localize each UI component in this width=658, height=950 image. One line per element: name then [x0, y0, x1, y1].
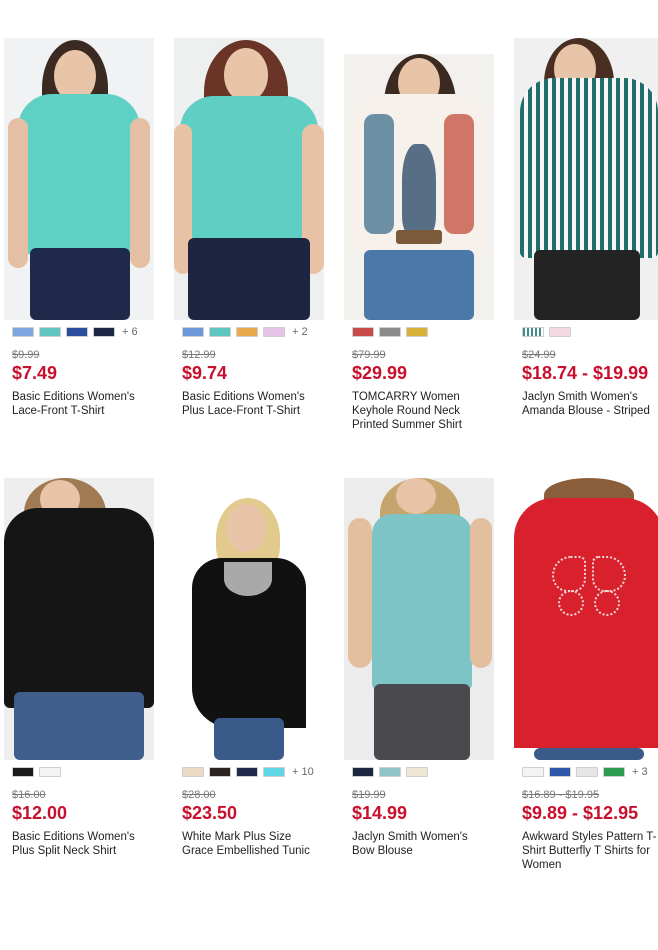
product-name[interactable]: Jaclyn Smith Women's Bow Blouse: [344, 830, 494, 858]
sale-price: $14.99: [352, 803, 408, 823]
color-swatch[interactable]: [352, 327, 374, 337]
original-price: $19.99: [352, 789, 386, 801]
color-swatch[interactable]: [603, 767, 625, 777]
color-swatch[interactable]: [209, 327, 231, 337]
product-image[interactable]: [4, 38, 154, 320]
color-swatches: + 3: [514, 765, 658, 779]
color-swatches: [514, 325, 658, 339]
product-name[interactable]: Jaclyn Smith Women's Amanda Blouse - Str…: [514, 390, 658, 418]
color-swatch[interactable]: [263, 327, 285, 337]
color-swatch[interactable]: [263, 767, 285, 777]
product-image[interactable]: [174, 478, 324, 760]
product-card[interactable]: $19.99 $14.99 Jaclyn Smith Women's Bow B…: [344, 478, 494, 906]
color-swatch[interactable]: [209, 767, 231, 777]
sale-price: $7.49: [12, 363, 58, 383]
color-swatch[interactable]: [406, 327, 428, 337]
product-card[interactable]: $24.99 $18.74 - $19.99 Jaclyn Smith Wome…: [514, 38, 658, 466]
product-card[interactable]: $79.99 $29.99 TOMCARRY Women Keyhole Rou…: [344, 38, 494, 466]
original-price: $16.89 - $19.95: [522, 789, 600, 801]
product-name[interactable]: White Mark Plus Size Grace Embellished T…: [174, 830, 324, 858]
color-swatch[interactable]: [182, 327, 204, 337]
product-image[interactable]: [344, 54, 494, 320]
butterfly-graphic: [552, 550, 626, 620]
product-card[interactable]: + 10 $28.00 $23.50 White Mark Plus Size …: [174, 478, 324, 906]
product-image[interactable]: [174, 38, 324, 320]
more-colors-count[interactable]: + 10: [292, 766, 314, 778]
color-swatch[interactable]: [379, 327, 401, 337]
color-swatch[interactable]: [352, 767, 374, 777]
color-swatches: + 10: [174, 765, 324, 779]
color-swatch[interactable]: [549, 767, 571, 777]
color-swatch[interactable]: [522, 767, 544, 777]
color-swatch[interactable]: [236, 767, 258, 777]
color-swatch[interactable]: [236, 327, 258, 337]
product-image[interactable]: [344, 478, 494, 760]
original-price: $16.00: [12, 789, 46, 801]
color-swatch[interactable]: [549, 327, 571, 337]
product-image[interactable]: [4, 478, 154, 760]
product-card[interactable]: $16.00 $12.00 Basic Editions Women's Plu…: [4, 478, 154, 906]
color-swatches: + 6: [4, 325, 154, 339]
product-card[interactable]: + 3 $16.89 - $19.95 $9.89 - $12.95 Awkwa…: [514, 478, 658, 906]
color-swatch[interactable]: [39, 327, 61, 337]
original-price: $24.99: [522, 349, 556, 361]
color-swatches: + 2: [174, 325, 324, 339]
product-name[interactable]: Basic Editions Women's Lace-Front T-Shir…: [4, 390, 154, 418]
color-swatch[interactable]: [576, 767, 598, 777]
color-swatches: [344, 765, 494, 779]
sale-price: $18.74 - $19.99: [522, 363, 649, 383]
more-colors-count[interactable]: + 3: [632, 766, 648, 778]
color-swatches: [344, 325, 494, 339]
sale-price: $12.00: [12, 803, 68, 823]
product-name[interactable]: Basic Editions Women's Plus Split Neck S…: [4, 830, 154, 858]
color-swatch[interactable]: [12, 767, 34, 777]
product-image[interactable]: [514, 38, 658, 320]
sale-price: $9.89 - $12.95: [522, 803, 639, 823]
color-swatch[interactable]: [39, 767, 61, 777]
product-name[interactable]: Basic Editions Women's Plus Lace-Front T…: [174, 390, 324, 418]
color-swatch[interactable]: [12, 327, 34, 337]
product-name[interactable]: TOMCARRY Women Keyhole Round Neck Printe…: [344, 390, 494, 432]
sale-price: $9.74: [182, 363, 228, 383]
original-price: $9.99: [12, 349, 40, 361]
product-card[interactable]: + 2 $12.99 $9.74 Basic Editions Women's …: [174, 38, 324, 466]
color-swatch[interactable]: [379, 767, 401, 777]
product-grid: + 6 $9.99 $7.49 Basic Editions Women's L…: [4, 38, 658, 906]
more-colors-count[interactable]: + 2: [292, 326, 308, 338]
sale-price: $23.50: [182, 803, 238, 823]
color-swatch[interactable]: [522, 327, 544, 337]
original-price: $12.99: [182, 349, 216, 361]
product-image[interactable]: [514, 478, 658, 760]
product-name[interactable]: Awkward Styles Pattern T-Shirt Butterfly…: [514, 830, 658, 872]
color-swatch[interactable]: [406, 767, 428, 777]
product-card[interactable]: + 6 $9.99 $7.49 Basic Editions Women's L…: [4, 38, 154, 466]
color-swatches: [4, 765, 154, 779]
more-colors-count[interactable]: + 6: [122, 326, 138, 338]
color-swatch[interactable]: [93, 327, 115, 337]
sale-price: $29.99: [352, 363, 408, 383]
original-price: $79.99: [352, 349, 386, 361]
color-swatch[interactable]: [182, 767, 204, 777]
color-swatch[interactable]: [66, 327, 88, 337]
original-price: $28.00: [182, 789, 216, 801]
